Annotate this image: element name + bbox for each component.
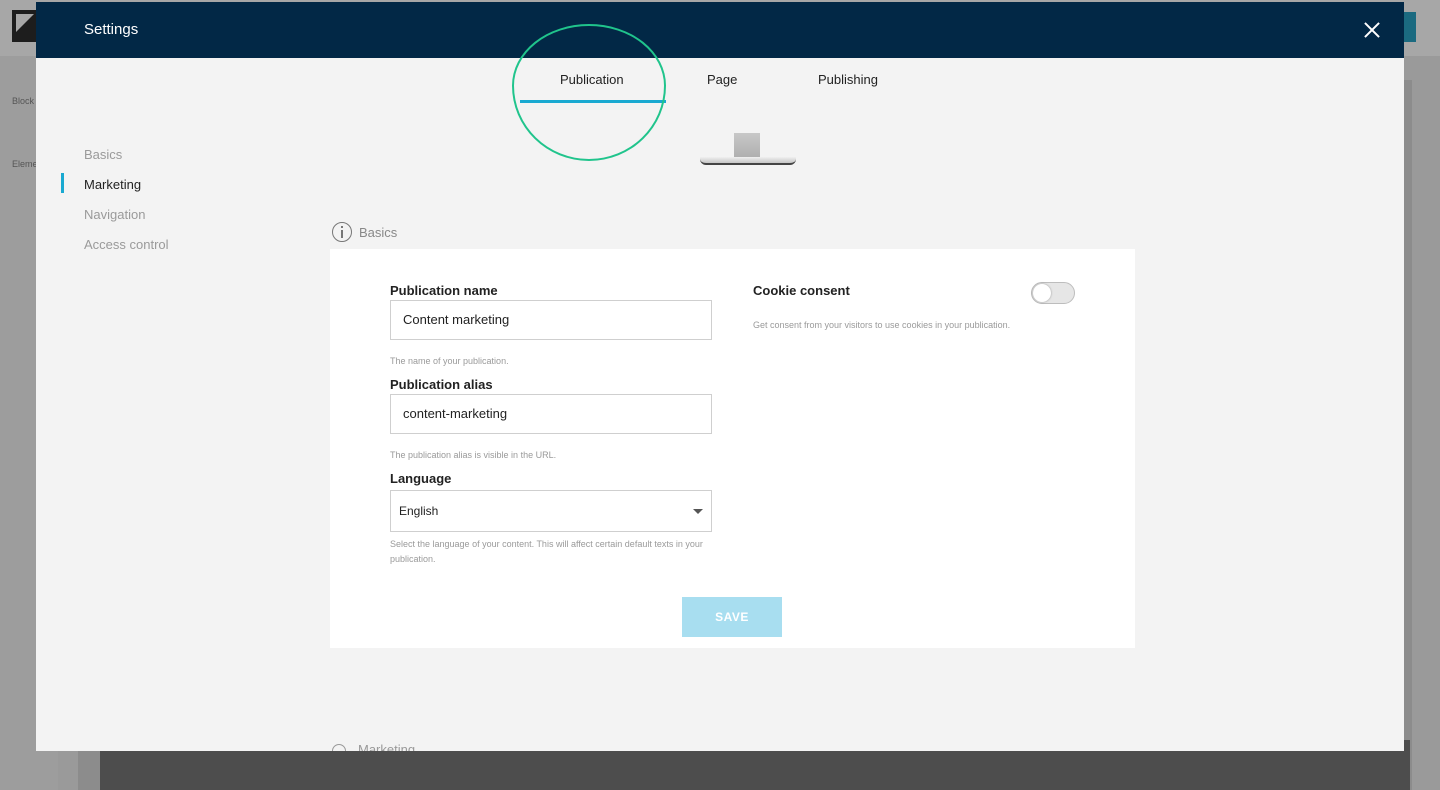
publication-name-label: Publication name xyxy=(390,283,498,298)
tab-page[interactable]: Page xyxy=(707,72,737,87)
modal-header: Settings xyxy=(36,2,1404,58)
background-blocks-label: Block xyxy=(12,96,35,106)
marketing-section-icon xyxy=(332,744,346,751)
tab-bar: Publication Page Publishing xyxy=(36,58,1404,108)
language-selected-value: English xyxy=(399,504,439,518)
toggle-knob xyxy=(1033,284,1051,302)
basics-card: Publication name Content marketing The n… xyxy=(330,249,1135,648)
cookie-consent-toggle[interactable] xyxy=(1031,282,1075,304)
save-button[interactable]: SAVE xyxy=(682,597,782,637)
section-title: Basics xyxy=(359,225,398,240)
language-label: Language xyxy=(390,471,452,486)
language-hint: Select the language of your content. Thi… xyxy=(390,539,703,564)
chevron-down-icon xyxy=(693,509,703,514)
sidebar-active-marker xyxy=(61,173,64,193)
publication-alias-hint: The publication alias is visible in the … xyxy=(390,450,557,460)
info-icon xyxy=(332,222,352,242)
laptop-base-icon xyxy=(700,157,796,165)
sidebar-item-navigation[interactable]: Navigation xyxy=(84,207,145,222)
publication-name-input[interactable]: Content marketing xyxy=(390,300,712,340)
cookie-consent-label: Cookie consent xyxy=(753,283,850,298)
cookie-consent-hint: Get consent from your visitors to use co… xyxy=(753,320,1011,330)
language-select[interactable]: English xyxy=(390,490,712,532)
publication-alias-label: Publication alias xyxy=(390,377,493,392)
desktop-device-icon[interactable] xyxy=(734,133,760,157)
sidebar-item-marketing[interactable]: Marketing xyxy=(84,177,141,192)
sidebar-item-access-control[interactable]: Access control xyxy=(84,237,169,252)
publication-name-hint: The name of your publication. xyxy=(390,356,509,366)
settings-modal: Settings Publication Page Publishing Bas… xyxy=(36,2,1404,751)
publication-alias-input[interactable]: content-marketing xyxy=(390,394,712,434)
next-section-title: Marketing xyxy=(358,742,416,751)
sidebar-item-basics[interactable]: Basics xyxy=(84,147,122,162)
annotation-circle xyxy=(512,24,666,161)
tab-publishing[interactable]: Publishing xyxy=(818,72,878,87)
modal-title: Settings xyxy=(84,21,139,38)
background-elements-label: Eleme xyxy=(12,159,38,169)
close-icon[interactable] xyxy=(1360,18,1384,42)
